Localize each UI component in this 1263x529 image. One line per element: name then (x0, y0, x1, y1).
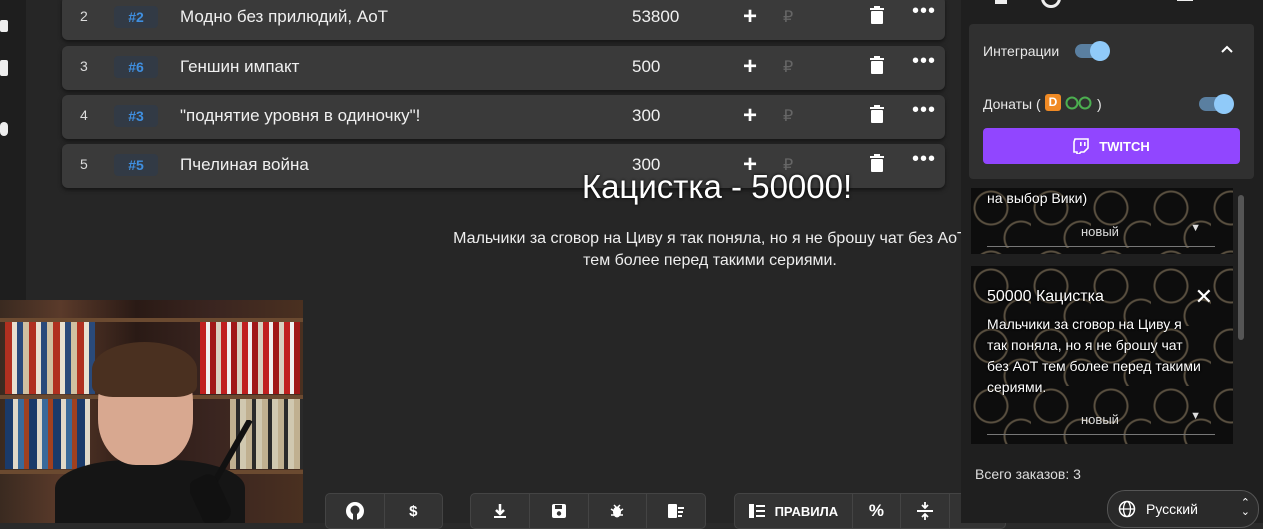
language-select[interactable]: Русский ⌃ ⌄ (1107, 490, 1259, 528)
nav-icon[interactable] (0, 20, 8, 32)
toolbar-actions (470, 493, 706, 529)
row-title[interactable]: "поднятие уровня в одиночку"! (180, 106, 420, 126)
row-title[interactable]: Модно без прилюдий, AoT (180, 7, 388, 27)
id-badge[interactable]: #5 (114, 154, 158, 176)
webcam-feed (0, 300, 303, 523)
chevron-down-icon: ▼ (1190, 410, 1201, 422)
language-value: Русский (1146, 501, 1198, 517)
trash-icon[interactable] (870, 6, 884, 24)
row-title[interactable]: Геншин импакт (180, 57, 299, 77)
rules-icon (748, 504, 765, 518)
id-badge[interactable]: #3 (114, 105, 158, 127)
toolbar-links: $ (325, 493, 443, 529)
more-icon[interactable]: ••• (912, 99, 936, 122)
donations-label: Донаты ( (983, 96, 1041, 112)
donation-card[interactable]: 50000 Кацистка ✕ Мальчики за сговор на Ц… (971, 266, 1233, 444)
row-amount: 53800 (632, 7, 680, 26)
add-amount-button[interactable]: + (743, 53, 757, 81)
status-select[interactable]: новый ▼ (987, 406, 1215, 435)
top-controls (995, 0, 1195, 8)
refresh-icon[interactable] (1041, 0, 1061, 8)
scrollbar[interactable] (1238, 195, 1244, 340)
donation-alert-message: Мальчики за сговор на Циву я так поняла,… (453, 230, 967, 269)
currency-button[interactable]: ₽ (783, 7, 793, 27)
status-value: новый (1081, 224, 1119, 239)
more-icon[interactable]: ••• (912, 50, 936, 73)
card-line: так поняла, но я не брошу чат (987, 337, 1183, 353)
table-row[interactable]: 2 #2 Модно без прилюдий, AoT 53800 + ₽ •… (62, 0, 945, 40)
donationalerts-icon: D (1045, 94, 1061, 111)
row-number: 5 (80, 156, 88, 172)
close-icon[interactable]: ✕ (1195, 284, 1213, 310)
card-line: Мальчики за сговор на Циву я (987, 316, 1182, 332)
id-badge[interactable]: #2 (114, 6, 158, 28)
list-icon[interactable] (0, 60, 8, 76)
more-icon[interactable]: ••• (912, 148, 936, 171)
more-icon[interactable]: ••• (912, 0, 936, 23)
row-title[interactable]: Пчелиная война (180, 155, 309, 175)
table-row[interactable]: 4 #3 "поднятие уровня в одиночку"! 300 +… (62, 95, 945, 139)
donatepay-icon (1065, 96, 1092, 110)
help-icon[interactable] (0, 122, 8, 136)
books (200, 322, 300, 394)
person-hair (92, 342, 197, 397)
donations-toggle[interactable] (1199, 94, 1234, 114)
row-amount: 500 (632, 57, 661, 76)
integrations-panel: Интеграции Донаты ( D ) TWITCH (969, 24, 1254, 179)
currency-button[interactable]: ₽ (783, 106, 793, 126)
twitch-label: TWITCH (1099, 138, 1150, 154)
globe-icon (1118, 500, 1136, 518)
card-title: 50000 Кацистка (987, 288, 1104, 305)
trash-icon[interactable] (870, 105, 884, 123)
row-number: 3 (80, 58, 88, 74)
donation-card[interactable]: на выбор Вики) новый ▼ (971, 188, 1233, 254)
integrations-label: Интеграции (983, 43, 1060, 59)
total-orders: Всего заказов: 3 (975, 466, 1081, 482)
pause-icon[interactable] (995, 0, 1007, 4)
microphone-icon (190, 420, 253, 523)
row-number: 2 (80, 8, 88, 24)
id-badge[interactable]: #6 (114, 56, 158, 78)
card-line: сериями. (987, 379, 1047, 395)
chevron-updown-icon: ⌃ ⌄ (1240, 497, 1250, 518)
chevron-up-icon[interactable] (1221, 44, 1233, 54)
menu-icon[interactable] (1177, 0, 1193, 1)
books (5, 399, 90, 469)
twitch-icon (1073, 138, 1090, 154)
donation-alert-title: Кацистка - 50000! (581, 168, 853, 205)
left-nav-strip (0, 0, 26, 300)
integrations-toggle[interactable] (1075, 41, 1110, 61)
rules-label: ПРАВИЛА (774, 503, 839, 519)
donations-suffix: ) (1097, 96, 1102, 112)
card-line: без AoT тем более перед такими (987, 358, 1201, 374)
row-amount: 300 (632, 106, 661, 125)
status-value: новый (1081, 412, 1119, 427)
card-text: на выбор Вики) (987, 190, 1088, 206)
trash-icon[interactable] (870, 56, 884, 74)
books (5, 322, 95, 394)
currency-button[interactable]: ₽ (783, 57, 793, 77)
row-number: 4 (80, 107, 88, 123)
table-row[interactable]: 3 #6 Геншин импакт 500 + ₽ ••• (62, 46, 945, 90)
status-select[interactable]: новый ▼ (987, 218, 1215, 247)
add-amount-button[interactable]: + (743, 102, 757, 130)
chevron-down-icon: ▼ (1190, 222, 1201, 234)
twitch-button[interactable]: TWITCH (983, 128, 1240, 164)
right-sidebar: Интеграции Донаты ( D ) TWITCH на выбор … (961, 0, 1263, 528)
add-amount-button[interactable]: + (743, 3, 757, 31)
